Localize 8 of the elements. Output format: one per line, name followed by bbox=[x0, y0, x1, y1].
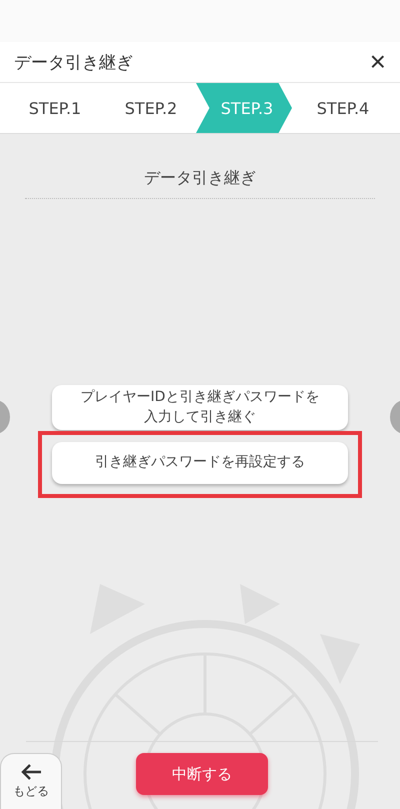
option-button[interactable]: プレイヤーIDと引き継ぎパスワードを入力して引き継ぐ bbox=[52, 385, 348, 430]
section-title: データ引き継ぎ bbox=[144, 168, 256, 189]
dialog-title: データ引き継ぎ bbox=[14, 52, 133, 74]
cancel-button[interactable]: 中断する bbox=[136, 753, 268, 795]
back-button[interactable]: もどる bbox=[0, 753, 62, 809]
option-button[interactable]: 引き継ぎパスワードを再設定する bbox=[52, 442, 348, 484]
back-arrow-icon bbox=[20, 763, 42, 781]
close-button[interactable]: × bbox=[366, 48, 390, 76]
